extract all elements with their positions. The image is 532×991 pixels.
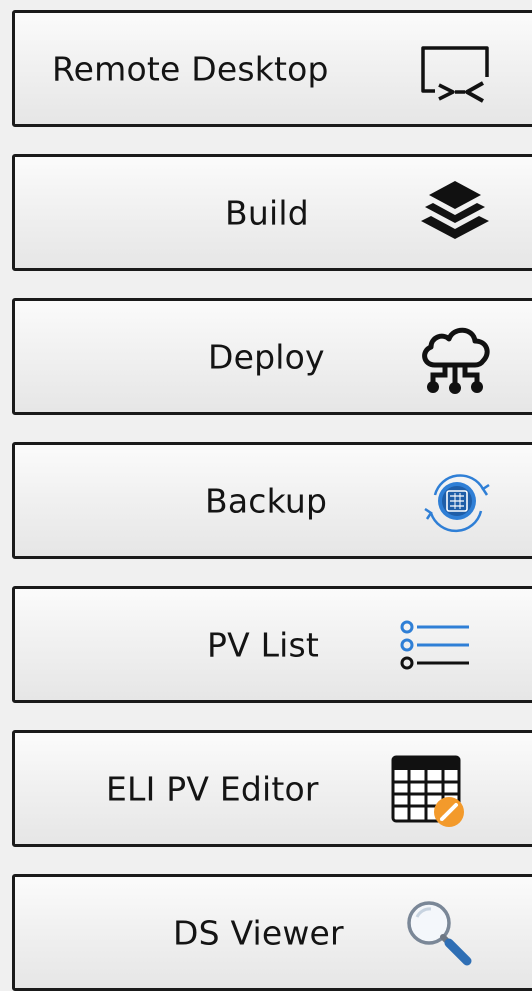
remote-desktop-icon [413, 29, 493, 109]
remote-desktop-label: Remote Desktop [52, 49, 329, 88]
build-label: Build [225, 193, 309, 232]
ds-viewer-label: DS Viewer [173, 913, 344, 952]
cloud-network-icon [415, 317, 495, 397]
magnifier-icon [397, 893, 477, 973]
pv-list-button[interactable]: PV List [12, 586, 532, 703]
build-button[interactable]: Build [12, 154, 532, 271]
layers-icon [415, 173, 495, 253]
list-icon [395, 605, 475, 685]
deploy-button[interactable]: Deploy [12, 298, 532, 415]
remote-desktop-button[interactable]: Remote Desktop [12, 10, 532, 127]
backup-label: Backup [205, 481, 328, 520]
deploy-label: Deploy [208, 337, 325, 376]
backup-button[interactable]: Backup [12, 442, 532, 559]
backup-sync-icon [417, 461, 497, 541]
table-edit-icon [387, 749, 467, 829]
ds-viewer-button[interactable]: DS Viewer [12, 874, 532, 991]
eli-pv-editor-button[interactable]: ELI PV Editor [12, 730, 532, 847]
eli-pv-editor-label: ELI PV Editor [106, 769, 319, 808]
pv-list-label: PV List [207, 625, 320, 664]
